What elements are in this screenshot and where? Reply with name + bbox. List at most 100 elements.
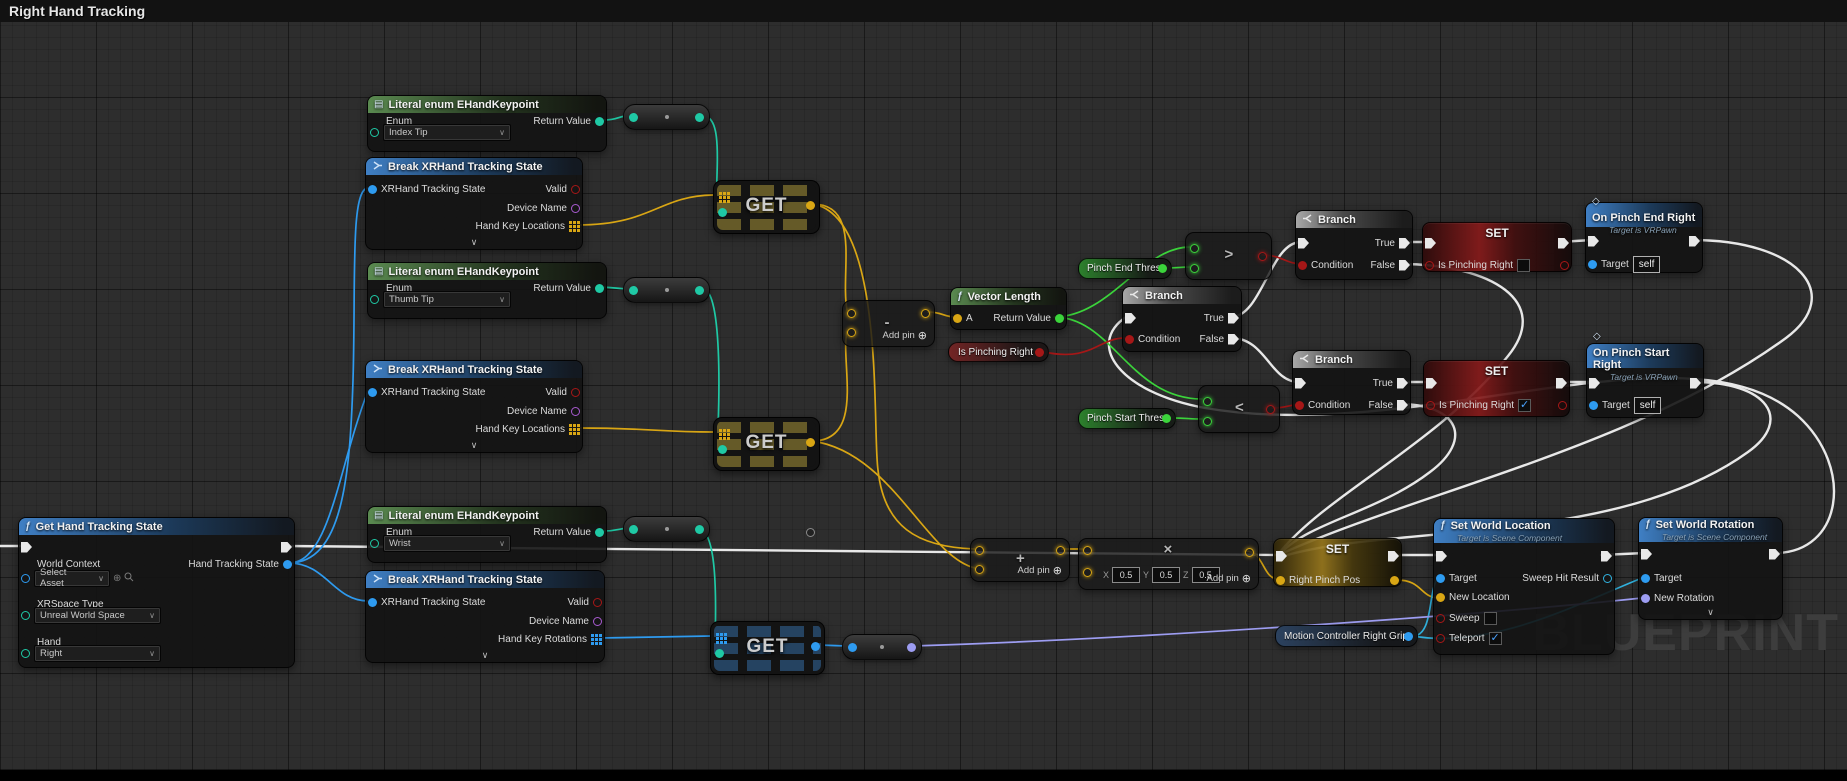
subtract-node[interactable]: - Add pin ⊕ <box>842 300 935 347</box>
less-than-node[interactable]: < <box>1198 385 1280 433</box>
dropdown[interactable]: Right ∨ <box>34 644 161 662</box>
dropdown[interactable]: Index Tip ∨ <box>383 123 511 141</box>
red-pin[interactable] <box>1125 334 1134 344</box>
teal-pin[interactable] <box>21 648 30 658</box>
blue-pin[interactable] <box>1589 400 1598 410</box>
vector-length[interactable]: ƒ Vector Length A Return Value <box>950 287 1067 330</box>
break-xrhand-tracking-state-1[interactable]: Break XRHand Tracking State XRHand Tracki… <box>365 157 583 250</box>
branch-pinch-start[interactable]: Branch True Condition False <box>1292 350 1411 415</box>
gold-pin[interactable] <box>1390 575 1399 585</box>
gold-pin[interactable] <box>1276 575 1285 585</box>
blue-pin[interactable] <box>1641 573 1650 583</box>
exec-pin[interactable] <box>21 541 32 553</box>
blue-pin[interactable] <box>368 387 377 397</box>
gold-pin[interactable] <box>1436 592 1445 602</box>
multiply-node[interactable]: × X 0.5 Y 0.5 Z 0.5 Add pin ⊕ <box>1078 538 1259 590</box>
red-pin[interactable] <box>1298 260 1307 270</box>
red-pin[interactable] <box>1426 400 1435 410</box>
teal-pin[interactable] <box>629 285 638 295</box>
gold-pin[interactable] <box>847 309 856 318</box>
target-self-field[interactable]: self <box>1632 255 1661 273</box>
vector-input[interactable]: X 0.5 Y 0.5 Z 0.5 <box>1103 567 1220 583</box>
red-pin[interactable] <box>571 184 580 194</box>
reroute-int-3[interactable] <box>623 516 710 542</box>
gold-array-pin[interactable] <box>719 192 730 203</box>
blue-pin[interactable] <box>1436 573 1445 583</box>
green-pin[interactable] <box>1203 417 1212 426</box>
checkbox[interactable] <box>1517 258 1531 272</box>
red-pin[interactable] <box>1560 260 1569 270</box>
get-hand-tracking-state[interactable]: ƒ Get Hand Tracking State World Context Han… <box>18 517 295 668</box>
exec-pin[interactable] <box>1399 237 1410 249</box>
teal-pin[interactable] <box>695 524 704 534</box>
reroute-int-2[interactable] <box>623 277 710 303</box>
literal-enum-wrist[interactable]: ▤ Literal enum EHandKeypoint Enum Return Va… <box>367 506 607 563</box>
break-xrhand-tracking-state-2[interactable]: Break XRHand Tracking State XRHand Tracki… <box>365 360 583 453</box>
on-pinch-end-right[interactable]: ◇ On Pinch End Right Target is VRPawn Targe… <box>1585 196 1703 273</box>
blue-pin[interactable] <box>21 573 30 583</box>
blue-pin[interactable] <box>848 642 857 652</box>
exec-pin[interactable] <box>1228 312 1239 324</box>
teal-pin[interactable] <box>370 294 379 304</box>
set-world-rotation[interactable]: ƒ Set World Rotation Target is Scene Compo… <box>1638 517 1783 620</box>
browse-icon[interactable] <box>124 572 134 585</box>
reroute-knot[interactable] <box>806 528 815 537</box>
green-pin[interactable] <box>1190 244 1199 253</box>
gold-pin[interactable] <box>847 328 856 337</box>
gold-pin[interactable] <box>975 546 984 555</box>
greater-than-node[interactable]: > <box>1185 232 1272 280</box>
exec-pin[interactable] <box>1276 550 1287 562</box>
teal-pin[interactable] <box>718 445 727 454</box>
exec-pin[interactable] <box>1689 235 1700 247</box>
literal-enum-thumb-tip[interactable]: ▤ Literal enum EHandKeypoint Enum Return Va… <box>367 262 607 319</box>
asset-dropdown[interactable]: Select Asset ∨ <box>34 567 110 589</box>
gold-pin[interactable] <box>1083 568 1092 577</box>
gold-pin[interactable] <box>953 313 962 323</box>
teal-pin[interactable] <box>695 112 704 122</box>
exec-pin[interactable] <box>1295 377 1306 389</box>
exec-pin[interactable] <box>1558 237 1569 249</box>
expand-chevron-icon[interactable]: ∨ <box>366 237 582 247</box>
red-pin[interactable] <box>1436 613 1445 623</box>
exec-pin[interactable] <box>1397 377 1408 389</box>
teal-pin[interactable] <box>718 208 727 217</box>
expand-chevron-icon[interactable]: ∨ <box>1639 607 1782 617</box>
red-pin[interactable] <box>571 387 580 397</box>
dropdown[interactable]: Wrist ∨ <box>383 534 511 552</box>
branch-pinch-end[interactable]: Branch True Condition False <box>1295 210 1413 280</box>
exec-pin[interactable] <box>1436 550 1447 562</box>
blue-pin[interactable] <box>283 559 292 569</box>
exec-pin[interactable] <box>1397 399 1408 411</box>
exec-pin[interactable] <box>1769 548 1780 560</box>
add-pin-button[interactable]: Add pin ⊕ <box>1207 572 1251 585</box>
exec-pin[interactable] <box>1228 333 1239 345</box>
teal-pin[interactable] <box>629 524 638 534</box>
exec-pin[interactable] <box>1426 377 1437 389</box>
blue-pin[interactable] <box>1588 259 1597 269</box>
dropdown[interactable]: Unreal World Space ∨ <box>34 606 161 624</box>
gold-array-pin[interactable] <box>719 429 730 440</box>
add-node[interactable]: + Add pin ⊕ <box>970 538 1070 582</box>
expand-chevron-icon[interactable]: ∨ <box>366 650 604 660</box>
exec-pin[interactable] <box>1125 312 1136 324</box>
gold-array-pin[interactable] <box>569 423 580 435</box>
expand-chevron-icon[interactable]: ∨ <box>366 440 582 450</box>
lav-pin[interactable] <box>907 642 916 652</box>
gold-pin[interactable] <box>1245 548 1254 557</box>
on-pinch-start-right[interactable]: ◇ On Pinch Start Right Target is VRPawn Tar… <box>1586 331 1704 418</box>
axis-value-field[interactable]: 0.5 <box>1112 567 1141 583</box>
branch-is-pinching[interactable]: Branch True Condition False <box>1122 286 1242 352</box>
checkbox[interactable]: ✓ <box>1518 398 1532 412</box>
gold-pin[interactable] <box>806 201 815 210</box>
exec-pin[interactable] <box>1589 377 1600 389</box>
green-pin[interactable] <box>1055 313 1064 323</box>
exec-pin[interactable] <box>1425 237 1436 249</box>
axis-value-field[interactable]: 0.5 <box>1152 567 1181 583</box>
checkbox[interactable]: ✓ <box>1488 631 1502 645</box>
purple-pin[interactable] <box>593 616 602 626</box>
set-world-location[interactable]: ƒ Set World Location Target is Scene Compo… <box>1433 518 1615 655</box>
green-pin[interactable] <box>1190 264 1199 273</box>
cyan-pin[interactable] <box>1603 573 1612 583</box>
exec-pin[interactable] <box>1298 237 1309 249</box>
reroute-int-1[interactable] <box>623 104 710 130</box>
